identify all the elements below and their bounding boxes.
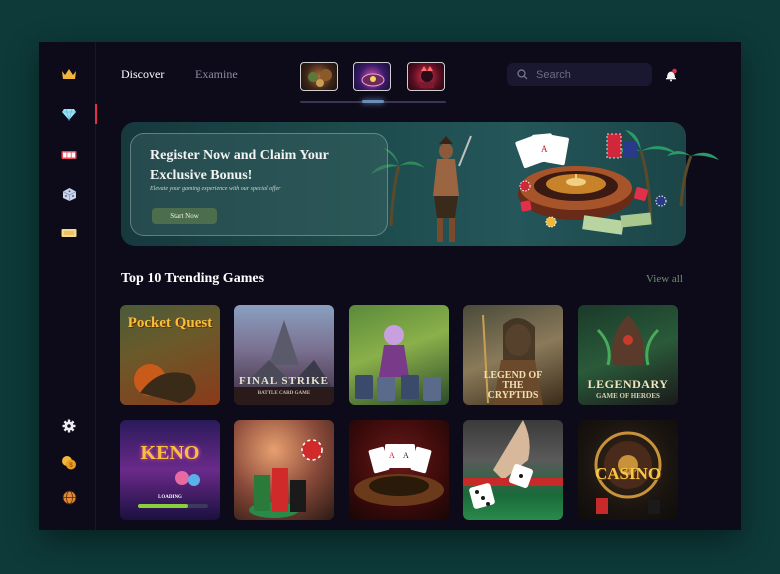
- coins-icon[interactable]: $: [60, 453, 78, 471]
- game-card-legend-cryptids[interactable]: LEGEND OF THE CRYPTIDS: [463, 305, 563, 405]
- game-title: LEGENDARY: [587, 377, 669, 391]
- banner-card: Register Now and Claim Your Exclusive Bo…: [130, 133, 388, 236]
- slots-icon[interactable]: [60, 146, 78, 164]
- game-title: Pocket Quest: [127, 315, 213, 331]
- sidebar: $: [39, 42, 97, 530]
- promo-banner: A Register Now and Claim Your Exclusive …: [121, 122, 719, 246]
- view-all-link[interactable]: View all: [646, 273, 683, 285]
- app-window: $ Discover Examine Search A Register Now…: [39, 42, 741, 530]
- game-card-final-strike[interactable]: FINAL STRIKE BATTLE CARD GAME: [234, 305, 334, 405]
- game-card-dice-throw[interactable]: [463, 420, 563, 520]
- diamond-icon[interactable]: [60, 105, 78, 123]
- banner-subtitle: Elevate your gaming experience with our …: [150, 186, 281, 192]
- fantasy-cards-art: [355, 325, 441, 401]
- keno-art: [138, 471, 208, 508]
- tab-discover[interactable]: Discover: [121, 67, 164, 82]
- svg-text:A: A: [389, 451, 395, 460]
- game-subtitle: BATTLE CARD GAME: [257, 391, 311, 396]
- crown-icon[interactable]: [60, 65, 78, 83]
- loading-label: LOADING: [158, 495, 182, 500]
- featured-thumb-3[interactable]: [407, 62, 445, 91]
- final-strike-art: [234, 320, 334, 405]
- game-card-casino-chips[interactable]: [234, 420, 334, 520]
- notification-bell-icon[interactable]: [664, 68, 678, 82]
- search-box: [507, 63, 652, 86]
- game-card-fantasy-cards[interactable]: [349, 305, 449, 405]
- game-subtitle: GAME OF HEROES: [596, 392, 660, 400]
- featured-thumb-2[interactable]: [353, 62, 391, 91]
- roulette-cards-art: A A: [354, 444, 444, 506]
- globe-icon[interactable]: [60, 488, 78, 506]
- search-icon: [517, 69, 528, 80]
- game-card-casino[interactable]: CASINO: [578, 420, 678, 520]
- section-title: Top 10 Trending Games: [121, 271, 265, 286]
- game-card-pocket-quest[interactable]: Pocket Quest: [120, 305, 220, 405]
- banner-title: Register Now and Claim Your Exclusive Bo…: [150, 148, 329, 183]
- gear-icon[interactable]: [60, 417, 78, 435]
- game-card-roulette-cards[interactable]: A A: [349, 420, 449, 520]
- game-title: KENO: [140, 442, 200, 464]
- game-card-legendary[interactable]: LEGENDARY GAME OF HEROES: [578, 305, 678, 405]
- game-title: LEGEND OF THE CRYPTIDS: [483, 370, 543, 401]
- game-card-keno[interactable]: KENO LOADING: [120, 420, 220, 520]
- dice-throw-art: [463, 420, 563, 509]
- game-title: CASINO: [594, 464, 662, 483]
- dice-icon[interactable]: [60, 185, 78, 203]
- active-indicator: [95, 104, 97, 124]
- game-title: FINAL STRIKE: [239, 375, 329, 387]
- casino-chips-art: [249, 439, 323, 518]
- start-now-button[interactable]: Start Now: [152, 208, 217, 224]
- search-input[interactable]: [536, 68, 646, 81]
- tab-examine[interactable]: Examine: [195, 67, 238, 82]
- ticket-icon[interactable]: [60, 224, 78, 242]
- svg-text:A: A: [403, 451, 409, 460]
- featured-thumb-1[interactable]: [300, 62, 338, 91]
- svg-text:A: A: [541, 144, 548, 154]
